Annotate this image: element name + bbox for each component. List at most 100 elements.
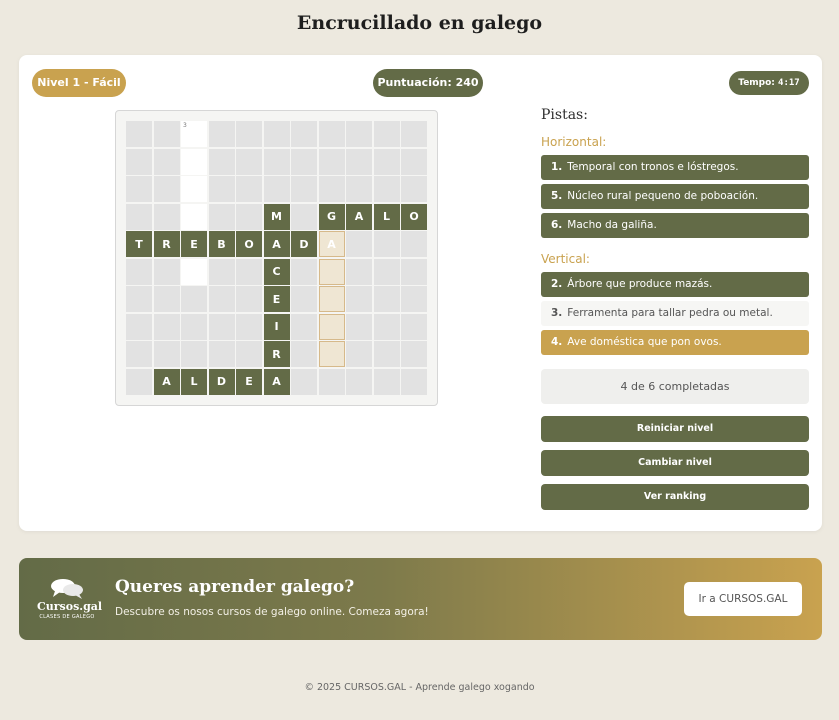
- grid-cell: [236, 286, 262, 312]
- grid-cell[interactable]: [181, 176, 207, 202]
- grid-cell: [153, 203, 180, 230]
- grid-cell[interactable]: M: [263, 203, 290, 230]
- grid-cell: [208, 148, 235, 175]
- grid-cell: [153, 341, 180, 367]
- grid-cell[interactable]: D: [208, 368, 235, 395]
- clue-item[interactable]: 5. Núcleo rural pequeno de poboación.: [541, 184, 809, 209]
- grid-cell[interactable]: A: [346, 203, 372, 230]
- clue-number: 2.: [551, 278, 563, 290]
- clue-text: Macho da galiña.: [567, 219, 657, 231]
- clue-item[interactable]: 1. Temporal con tronos e lóstregos.: [541, 155, 809, 180]
- grid-cell: [208, 203, 235, 230]
- grid-cell: [263, 121, 290, 147]
- ranking-button[interactable]: Ver ranking: [541, 484, 809, 510]
- grid-cell: [153, 286, 180, 312]
- cell-letter: D: [216, 375, 227, 388]
- grid-cell[interactable]: [181, 148, 207, 175]
- grid-cell: [346, 286, 372, 312]
- grid-cell: [181, 313, 207, 340]
- grid-cell: [236, 341, 262, 367]
- grid-cell: [373, 286, 400, 312]
- grid-cell[interactable]: A: [318, 231, 345, 257]
- grid-cell: [346, 176, 372, 202]
- grid-cell[interactable]: [181, 258, 207, 285]
- grid-cell: [126, 286, 152, 312]
- cell-letter: R: [272, 347, 281, 361]
- grid-cell[interactable]: I: [263, 313, 290, 340]
- grid-cell[interactable]: A: [153, 368, 180, 395]
- grid-cell: [126, 203, 152, 230]
- change-level-button[interactable]: Cambiar nivel: [541, 450, 809, 476]
- grid-cell[interactable]: [318, 313, 345, 340]
- reset-level-button[interactable]: Reiniciar nivel: [541, 416, 809, 442]
- clue-item[interactable]: 3. Ferramenta para tallar pedra ou metal.: [541, 301, 809, 326]
- grid-cell: [126, 313, 152, 340]
- grid-cell[interactable]: [318, 341, 345, 367]
- clue-number: 3: [183, 122, 187, 129]
- grid-cell: [208, 286, 235, 312]
- grid-cell[interactable]: R: [263, 341, 290, 367]
- grid-cell[interactable]: A: [263, 231, 290, 257]
- vertical-title: Vertical:: [541, 252, 590, 266]
- game-card: Nivel 1 - Fácil Puntuación: 240 Tempo: 4…: [19, 55, 822, 531]
- clue-item[interactable]: 6. Macho da galiña.: [541, 213, 809, 238]
- grid-cell: [401, 231, 427, 257]
- clues-title: Pistas:: [541, 107, 588, 123]
- grid-cell: [291, 148, 317, 175]
- grid-cell[interactable]: [318, 286, 345, 312]
- grid-cell: [401, 341, 427, 367]
- grid-cell[interactable]: A: [263, 368, 290, 395]
- grid-cell: [126, 368, 152, 395]
- grid-cell: [181, 286, 207, 312]
- grid-cell[interactable]: D: [291, 231, 317, 257]
- grid-cell: [126, 148, 152, 175]
- grid-cell: [208, 258, 235, 285]
- grid-cell[interactable]: O: [236, 231, 262, 257]
- cell-letter: A: [354, 210, 364, 223]
- grid-cell[interactable]: L: [181, 368, 207, 395]
- grid-cell: [291, 176, 317, 202]
- grid-cell: [291, 286, 317, 312]
- progress-box: 4 de 6 completadas: [541, 369, 809, 404]
- grid-cell[interactable]: E: [181, 231, 207, 257]
- grid-cell: [373, 231, 400, 257]
- grid-cell: [373, 121, 400, 147]
- cell-letter: A: [327, 237, 336, 251]
- grid-cell: [153, 313, 180, 340]
- clue-item[interactable]: 2. Árbore que produce mazás.: [541, 272, 809, 297]
- grid-cell[interactable]: [181, 203, 207, 230]
- clue-text: Ave doméstica que pon ovos.: [567, 336, 722, 348]
- grid-cell[interactable]: E: [236, 368, 262, 395]
- clue-number: 6.: [551, 219, 563, 231]
- grid-cell[interactable]: C: [263, 258, 290, 285]
- grid-cell: [401, 148, 427, 175]
- grid-cell[interactable]: E: [263, 286, 290, 312]
- grid-cell[interactable]: G: [318, 203, 345, 230]
- grid-cell: [318, 121, 345, 147]
- grid-cell[interactable]: R: [153, 231, 180, 257]
- grid-cell[interactable]: B: [208, 231, 235, 257]
- cell-letter: D: [299, 237, 309, 251]
- grid-cell: [126, 341, 152, 367]
- go-to-cursos-button[interactable]: Ir a CURSOS.GAL: [684, 582, 802, 616]
- grid-cell[interactable]: T: [126, 231, 152, 257]
- grid-cell[interactable]: [318, 258, 345, 285]
- grid-cell: [373, 313, 400, 340]
- cell-letter: B: [217, 237, 226, 251]
- grid-cell[interactable]: 3: [181, 121, 207, 147]
- grid-cell: [236, 258, 262, 285]
- grid-cell: [401, 121, 427, 147]
- cell-letter: E: [245, 375, 253, 388]
- grid-cell: [236, 148, 262, 175]
- crossword-board: 3 M G A L O T R E B O A D A C E I R A L D E A: [115, 110, 438, 406]
- grid-cell: [291, 258, 317, 285]
- grid-cell: [318, 368, 345, 395]
- grid-cell[interactable]: O: [401, 203, 427, 230]
- grid-cell: [208, 313, 235, 340]
- grid-cell: [208, 341, 235, 367]
- grid-cell: [401, 368, 427, 395]
- grid-cell: [346, 341, 372, 367]
- level-badge[interactable]: Nivel 1 - Fácil: [32, 69, 126, 97]
- clue-item[interactable]: 4. Ave doméstica que pon ovos.: [541, 330, 809, 355]
- grid-cell[interactable]: L: [373, 203, 400, 230]
